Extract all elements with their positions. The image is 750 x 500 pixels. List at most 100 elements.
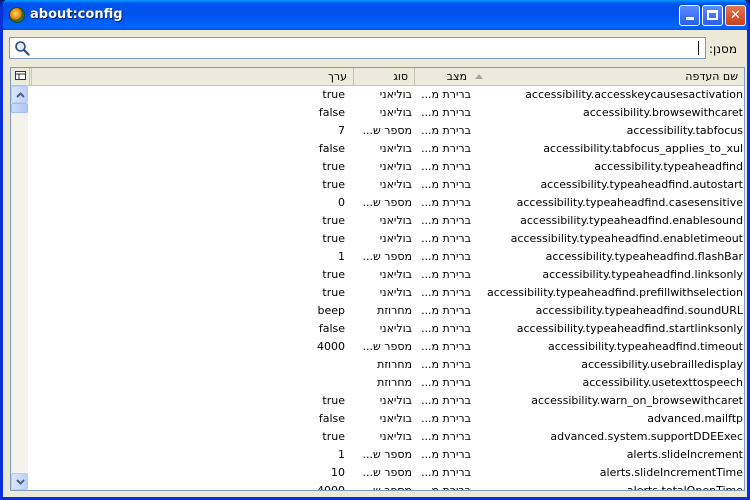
preferences-tree[interactable]: ערך סוג מצב שם העדפה true בוליאני ברירת מ.… xyxy=(10,67,745,491)
column-picker-button[interactable] xyxy=(11,68,30,86)
pref-type: בוליאני xyxy=(379,160,412,173)
table-row[interactable]: 10 מספר ש... ברירת מ... alerts.slideIncreme… xyxy=(29,464,744,482)
table-row[interactable]: מחרוזת ברירת מ... accessibility.usetexttos… xyxy=(29,374,744,392)
text-cursor xyxy=(698,41,699,55)
table-row[interactable]: 4000מספר ש...ברירת מ...alerts.totalOpenT… xyxy=(29,482,744,490)
pref-type: מספר ש... xyxy=(354,482,414,490)
table-row[interactable]: true בוליאני ברירת מ... accessibility.acces… xyxy=(29,86,744,104)
table-row[interactable]: false בוליאני ברירת מ... accessibility.type… xyxy=(29,320,744,338)
pref-name: advanced.system.supportDDEExec xyxy=(550,430,743,443)
filter-input[interactable] xyxy=(9,37,706,59)
table-row[interactable]: true בוליאני ברירת מ... accessibility.typea… xyxy=(29,284,744,302)
pref-type: מספר ש... xyxy=(362,448,412,461)
pref-name: accessibility.typeaheadfind.casesensitiv… xyxy=(516,196,743,209)
search-icon xyxy=(15,41,30,56)
pref-status: ברירת מ... xyxy=(421,304,471,317)
pref-status: ברירת מ... xyxy=(421,142,471,155)
table-row[interactable]: true בוליאני ברירת מ... accessibility.typea… xyxy=(29,230,744,248)
table-row[interactable]: true בוליאני ברירת מ... accessibility.typea… xyxy=(29,176,744,194)
pref-status: ברירת מ... xyxy=(415,482,473,490)
pref-name: accessibility.typeaheadfind.timeout xyxy=(547,340,743,353)
about-config-window: about:config ✕ מסנן: ערך סוג מצב שם העדפ… xyxy=(0,0,750,500)
pref-value xyxy=(29,356,351,374)
pref-name: accessibility.browsewithcaret xyxy=(583,106,743,119)
pref-status: ברירת מ... xyxy=(421,394,471,407)
table-row[interactable]: 1 מספר ש... ברירת מ... accessibility.typeah… xyxy=(29,248,744,266)
pref-value: false xyxy=(318,142,345,155)
table-row[interactable]: false בוליאני ברירת מ... accessibility.tabf… xyxy=(29,140,744,158)
pref-value: false xyxy=(318,412,345,425)
pref-name: accessibility.typeaheadfind.enabletimeou… xyxy=(510,232,743,245)
pref-type: בוליאני xyxy=(379,268,412,281)
pref-value: true xyxy=(322,286,345,299)
table-row[interactable]: 1 מספר ש... ברירת מ... alerts.slideIncremen… xyxy=(29,446,744,464)
table-row[interactable]: false בוליאני ברירת מ... accessibility.brow… xyxy=(29,104,744,122)
pref-type: מחרוזת xyxy=(377,376,412,389)
filter-bar: מסנן: xyxy=(3,30,747,66)
table-row[interactable]: 4000 מספר ש... ברירת מ... accessibility.typ… xyxy=(29,338,744,356)
pref-status: ברירת מ... xyxy=(421,196,471,209)
column-header-name[interactable]: שם העדפה xyxy=(473,68,744,86)
pref-value xyxy=(29,374,351,392)
pref-status: ברירת מ... xyxy=(421,178,471,191)
scroll-up-button[interactable] xyxy=(11,86,28,103)
pref-status: ברירת מ... xyxy=(421,214,471,227)
pref-name: accessibility.typeaheadfind.startlinkson… xyxy=(516,322,743,335)
preferences-rows: true בוליאני ברירת מ... accessibility.acces… xyxy=(29,86,744,490)
pref-type: מספר ש... xyxy=(362,340,412,353)
table-row[interactable]: מחרוזת ברירת מ... accessibility.usebraille… xyxy=(29,356,744,374)
table-row[interactable]: false בוליאני ברירת מ... advanced.mailftp xyxy=(29,410,744,428)
table-row[interactable]: true בוליאני ברירת מ... accessibility.typea… xyxy=(29,212,744,230)
pref-status: ברירת מ... xyxy=(421,232,471,245)
filter-label: מסנן: xyxy=(708,42,737,56)
pref-type: בוליאני xyxy=(379,286,412,299)
pref-value: true xyxy=(322,214,345,227)
pref-value: true xyxy=(322,160,345,173)
maximize-button[interactable] xyxy=(702,5,723,26)
scroll-down-button[interactable] xyxy=(11,473,28,490)
pref-value: true xyxy=(322,178,345,191)
table-row[interactable]: true בוליאני ברירת מ... accessibility.typea… xyxy=(29,266,744,284)
chevron-down-icon xyxy=(16,479,25,485)
close-button[interactable]: ✕ xyxy=(725,5,746,26)
pref-name: accessibility.typeaheadfind xyxy=(594,160,743,173)
window-title: about:config xyxy=(30,7,123,22)
table-row[interactable]: 7 מספר ש... ברירת מ... accessibility.tabfoc… xyxy=(29,122,744,140)
pref-type: בוליאני xyxy=(379,232,412,245)
pref-value: 4000 xyxy=(29,482,351,490)
pref-value: true xyxy=(322,232,345,245)
table-row[interactable]: beep מחרוזת ברירת מ... accessibility.typeah… xyxy=(29,302,744,320)
pref-status: ברירת מ... xyxy=(421,412,471,425)
chevron-up-icon xyxy=(16,92,25,98)
minimize-button[interactable] xyxy=(679,5,700,26)
table-row[interactable]: 0 מספר ש... ברירת מ... accessibility.typeah… xyxy=(29,194,744,212)
pref-name: alerts.totalOpenTime xyxy=(473,482,743,490)
pref-status: ברירת מ... xyxy=(421,430,471,443)
pref-type: מספר ש... xyxy=(362,196,412,209)
pref-value: 7 xyxy=(338,124,345,137)
pref-type: בוליאני xyxy=(379,106,412,119)
scroll-thumb[interactable] xyxy=(11,103,28,113)
pref-value: 1 xyxy=(338,250,345,263)
pref-value: 10 xyxy=(331,466,345,479)
pref-type: בוליאני xyxy=(379,214,412,227)
table-row[interactable]: true בוליאני ברירת מ... advanced.system.sup… xyxy=(29,428,744,446)
vertical-scrollbar[interactable] xyxy=(11,86,28,490)
table-row[interactable]: true בוליאני ברירת מ... accessibility.warn_… xyxy=(29,392,744,410)
pref-name: accessibility.usebrailledisplay xyxy=(581,358,743,371)
column-header-status[interactable]: מצב xyxy=(414,68,473,86)
table-row[interactable]: true בוליאני ברירת מ... accessibility.typea… xyxy=(29,158,744,176)
pref-name: accessibility.typeaheadfind.linksonly xyxy=(542,268,743,281)
pref-status: ברירת מ... xyxy=(421,88,471,101)
column-header-type[interactable]: סוג xyxy=(353,68,414,86)
pref-value: true xyxy=(322,88,345,101)
pref-name: accessibility.usetexttospeech xyxy=(582,376,743,389)
pref-value: true xyxy=(322,394,345,407)
pref-value: 4000 xyxy=(317,340,345,353)
column-header-value[interactable]: ערך xyxy=(31,68,353,86)
pref-status: ברירת מ... xyxy=(421,124,471,137)
maximize-icon xyxy=(707,10,718,20)
title-bar[interactable]: about:config ✕ xyxy=(3,0,747,30)
pref-name: accessibility.typeaheadfind.enablesound xyxy=(520,214,743,227)
pref-status: ברירת מ... xyxy=(421,250,471,263)
